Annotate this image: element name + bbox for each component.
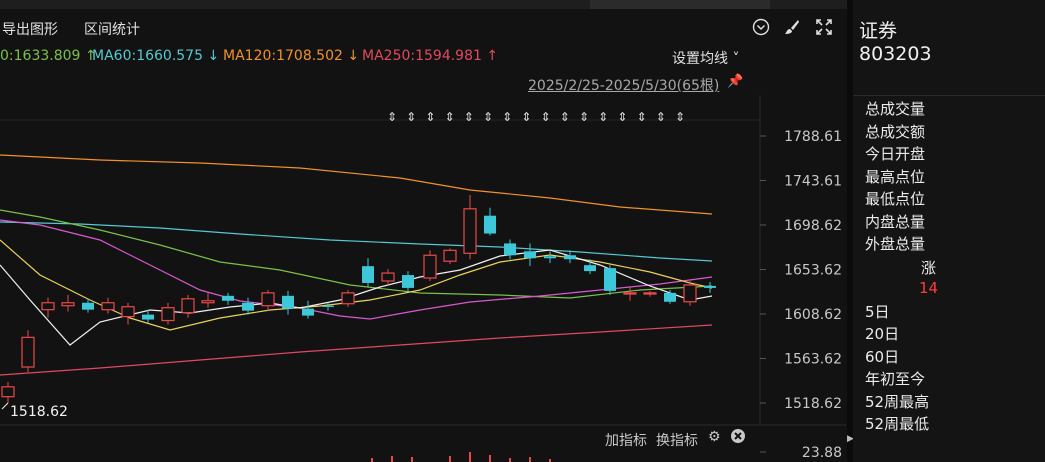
ma250-line bbox=[0, 324, 713, 376]
candle-body bbox=[463, 208, 477, 254]
price-tick-label: 1788.61 bbox=[784, 129, 842, 145]
period-5d: 5日 bbox=[865, 303, 890, 321]
signal-arrow-icon: ⇕ bbox=[425, 110, 435, 124]
low-marker-label: 1518.62 bbox=[10, 404, 68, 420]
candle-body bbox=[643, 292, 657, 295]
candle-body bbox=[623, 292, 637, 295]
candle-body bbox=[181, 298, 195, 314]
signal-arrow-icon: ⇕ bbox=[502, 110, 512, 124]
candle-body bbox=[82, 302, 94, 310]
period-60d: 60日 bbox=[865, 348, 900, 366]
candle-body bbox=[322, 305, 334, 307]
quote-panel: 证券 803203 总成交量 总成交额 今日开盘 最高点位 最低点位 内盘总量 … bbox=[853, 0, 1045, 462]
period-52w-high: 52周最高 bbox=[865, 393, 930, 411]
candle-body bbox=[61, 302, 75, 307]
candle-body bbox=[282, 295, 294, 309]
gear-icon[interactable]: ⚙ bbox=[708, 429, 721, 445]
candle-body bbox=[524, 251, 536, 259]
stat-label-open: 今日开盘 bbox=[865, 145, 926, 163]
low-marker-leader bbox=[1, 402, 9, 410]
switch-indicator-button[interactable]: 换指标 bbox=[656, 430, 698, 450]
candle-body bbox=[423, 254, 437, 279]
ma120-line bbox=[0, 154, 713, 215]
stat-label-outer-volume: 外盘总量 bbox=[865, 235, 926, 253]
candle-body bbox=[402, 275, 414, 288]
indicator-bar: 加指标 换指标 ⚙ bbox=[0, 428, 760, 450]
candle-body bbox=[443, 249, 457, 262]
candle-body bbox=[41, 302, 55, 311]
stat-label-low: 最低点位 bbox=[865, 190, 926, 208]
candlestick-chart[interactable]: 1788.61 1743.61 1698.62 1653.62 1608.62 1563.… bbox=[0, 0, 848, 462]
candle-body bbox=[1, 386, 15, 398]
stat-label-total-amount: 总成交额 bbox=[865, 123, 926, 141]
price-tick-label: 1518.62 bbox=[784, 396, 842, 412]
candle-body bbox=[604, 268, 616, 291]
price-tick-label: 1563.62 bbox=[784, 351, 842, 367]
candle-body bbox=[142, 314, 154, 320]
volume-tick-label: 23.88 bbox=[802, 445, 842, 461]
stat-label-inner-volume: 内盘总量 bbox=[865, 213, 926, 231]
signal-arrow-icon: ⇕ bbox=[483, 110, 493, 124]
signal-arrow-icon: ⇕ bbox=[560, 110, 570, 124]
panel-separator bbox=[853, 95, 1045, 96]
stat-label-high: 最高点位 bbox=[865, 168, 926, 186]
period-ytd: 年初至今 bbox=[865, 370, 926, 388]
candle-body bbox=[302, 308, 314, 316]
add-indicator-button[interactable]: 加指标 bbox=[605, 430, 647, 450]
signal-arrow-icon: ⇕ bbox=[464, 110, 474, 124]
candle-body bbox=[21, 336, 35, 368]
close-icon[interactable] bbox=[730, 428, 746, 448]
candle-body bbox=[201, 300, 215, 304]
price-tick-label: 1653.62 bbox=[784, 262, 842, 278]
stat-label-total-volume: 总成交量 bbox=[865, 100, 926, 118]
candle-body bbox=[222, 295, 234, 301]
security-code: 803203 bbox=[859, 43, 932, 65]
candle-body bbox=[704, 285, 716, 288]
rise-count-label: 涨 bbox=[921, 259, 937, 277]
candle-body bbox=[101, 302, 115, 311]
candle-body bbox=[544, 256, 556, 259]
candle-body bbox=[161, 307, 175, 322]
signal-arrow-icon: ⇕ bbox=[656, 110, 666, 124]
price-tick-label: 1608.62 bbox=[784, 307, 842, 323]
ma60-line bbox=[0, 221, 713, 262]
candle-body bbox=[261, 292, 275, 307]
signal-arrow-icon: ⇕ bbox=[406, 110, 416, 124]
candle-body bbox=[484, 215, 496, 234]
signal-arrow-icon: ⇕ bbox=[387, 110, 397, 124]
candle-body bbox=[664, 292, 676, 302]
signal-arrow-icon: ⇕ bbox=[598, 110, 608, 124]
period-52w-low: 52周最低 bbox=[865, 415, 930, 433]
candle-body bbox=[683, 284, 697, 303]
period-20d: 20日 bbox=[865, 325, 900, 343]
candle-body bbox=[564, 255, 576, 260]
price-tick-label: 1698.62 bbox=[784, 218, 842, 234]
candle-body bbox=[584, 265, 596, 272]
candle-body bbox=[381, 272, 395, 282]
signal-arrow-icon: ⇕ bbox=[541, 110, 551, 124]
candle-body bbox=[242, 302, 254, 311]
candle-body bbox=[121, 306, 135, 318]
candle-body bbox=[341, 292, 355, 305]
ma5-line bbox=[0, 249, 713, 346]
price-tick-label: 1743.61 bbox=[784, 174, 842, 190]
rise-count-value: 14 bbox=[919, 279, 939, 297]
signal-arrow-icon: ⇕ bbox=[637, 110, 647, 124]
candle-body bbox=[504, 243, 516, 256]
security-name: 证券 bbox=[859, 20, 898, 42]
candle-body bbox=[362, 266, 374, 283]
signal-arrow-icon: ⇕ bbox=[675, 110, 685, 124]
signal-arrow-icon: ⇕ bbox=[445, 110, 455, 124]
signal-arrow-icon: ⇕ bbox=[579, 110, 589, 124]
signal-arrow-icon: ⇕ bbox=[617, 110, 627, 124]
signal-arrow-icon: ⇕ bbox=[521, 110, 531, 124]
